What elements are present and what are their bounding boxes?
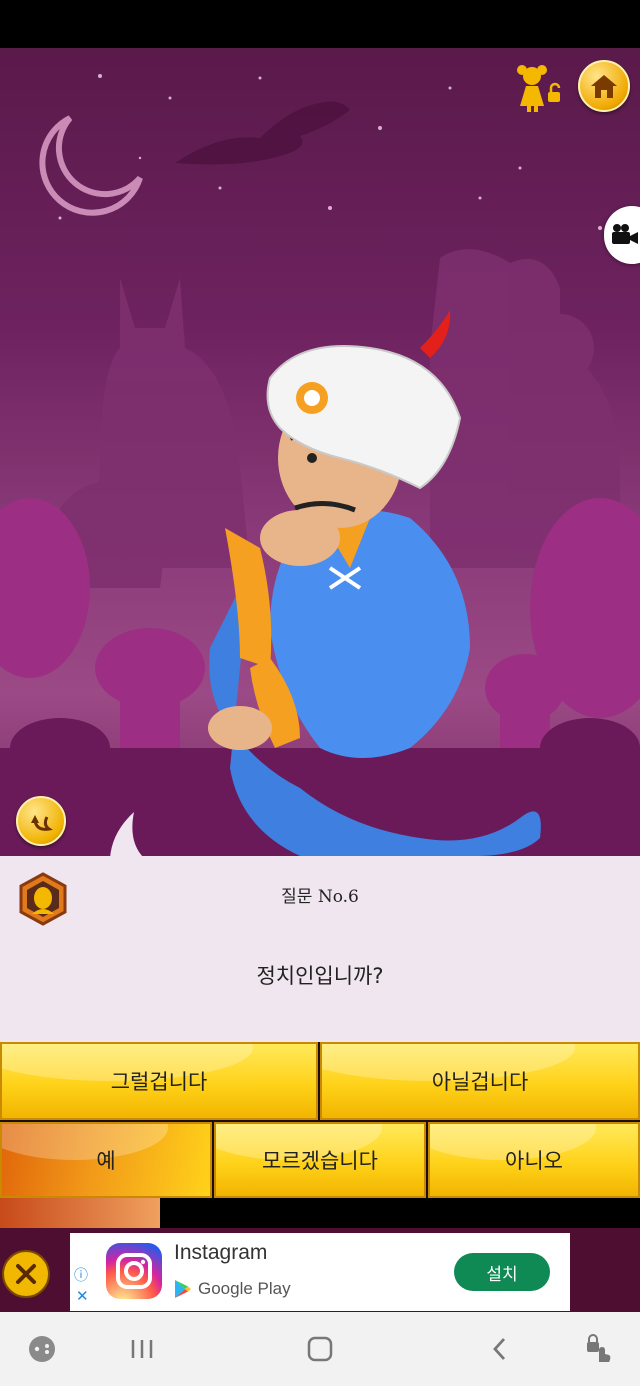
game-scene (0, 48, 640, 856)
home-nav-icon[interactable] (298, 1312, 342, 1386)
close-ad-button[interactable] (2, 1250, 50, 1298)
answer-buttons: 그럴겁니다 아닐겁니다 예 모르겠습니다 아니오 (0, 1042, 640, 1198)
progress-fill (0, 1198, 160, 1228)
question-number: 질문 No.6 (281, 887, 359, 907)
close-icon (16, 1264, 36, 1284)
scene-illustration (0, 74, 640, 856)
answer-probably-button[interactable]: 그럴겁니다 (0, 1042, 318, 1120)
ad-install-button[interactable]: 설치 (454, 1253, 550, 1291)
answer-dont-know-label: 모르겠습니다 (262, 1149, 378, 1173)
recent-apps-icon[interactable] (120, 1312, 164, 1386)
home-icon (591, 75, 617, 98)
ad-info-icon[interactable]: ⓘ (74, 1265, 88, 1285)
answer-dont-know-button[interactable]: 모르겠습니다 (214, 1122, 426, 1198)
undo-button[interactable] (16, 796, 66, 846)
answer-yes-label: 예 (96, 1149, 116, 1173)
girl-profile-icon[interactable] (512, 62, 564, 114)
back-icon[interactable] (478, 1312, 522, 1386)
answer-no-label: 아니오 (505, 1149, 563, 1173)
google-play-icon (175, 1280, 191, 1298)
question-text: 정치인입니까? (256, 964, 384, 988)
touch-lock-icon[interactable] (576, 1312, 620, 1386)
game-launcher-icon[interactable] (20, 1312, 64, 1386)
answer-probably-not-label: 아닐겁니다 (431, 1070, 529, 1094)
ad-title: Instagram (174, 1241, 268, 1264)
ad-store-label: Google Play (198, 1279, 291, 1298)
home-button[interactable] (578, 60, 630, 112)
speech-bubble-tail (110, 812, 144, 858)
instagram-logo-icon (106, 1243, 162, 1299)
progress-bar (0, 1198, 640, 1228)
answer-yes-button[interactable]: 예 (0, 1122, 212, 1198)
system-navigation-bar (0, 1312, 640, 1386)
undo-icon (31, 815, 53, 831)
video-camera-icon (612, 224, 638, 244)
answer-probably-label: 그럴겁니다 (110, 1070, 208, 1094)
status-bar (0, 0, 640, 48)
answer-probably-not-button[interactable]: 아닐겁니다 (320, 1042, 640, 1120)
ad-card[interactable]: ⓘ ✕ Instagram Google Play 설치 (70, 1233, 570, 1311)
answer-no-button[interactable]: 아니오 (428, 1122, 640, 1198)
ad-store: Google Play (174, 1279, 291, 1299)
ad-close-icon[interactable]: ✕ (76, 1287, 89, 1305)
